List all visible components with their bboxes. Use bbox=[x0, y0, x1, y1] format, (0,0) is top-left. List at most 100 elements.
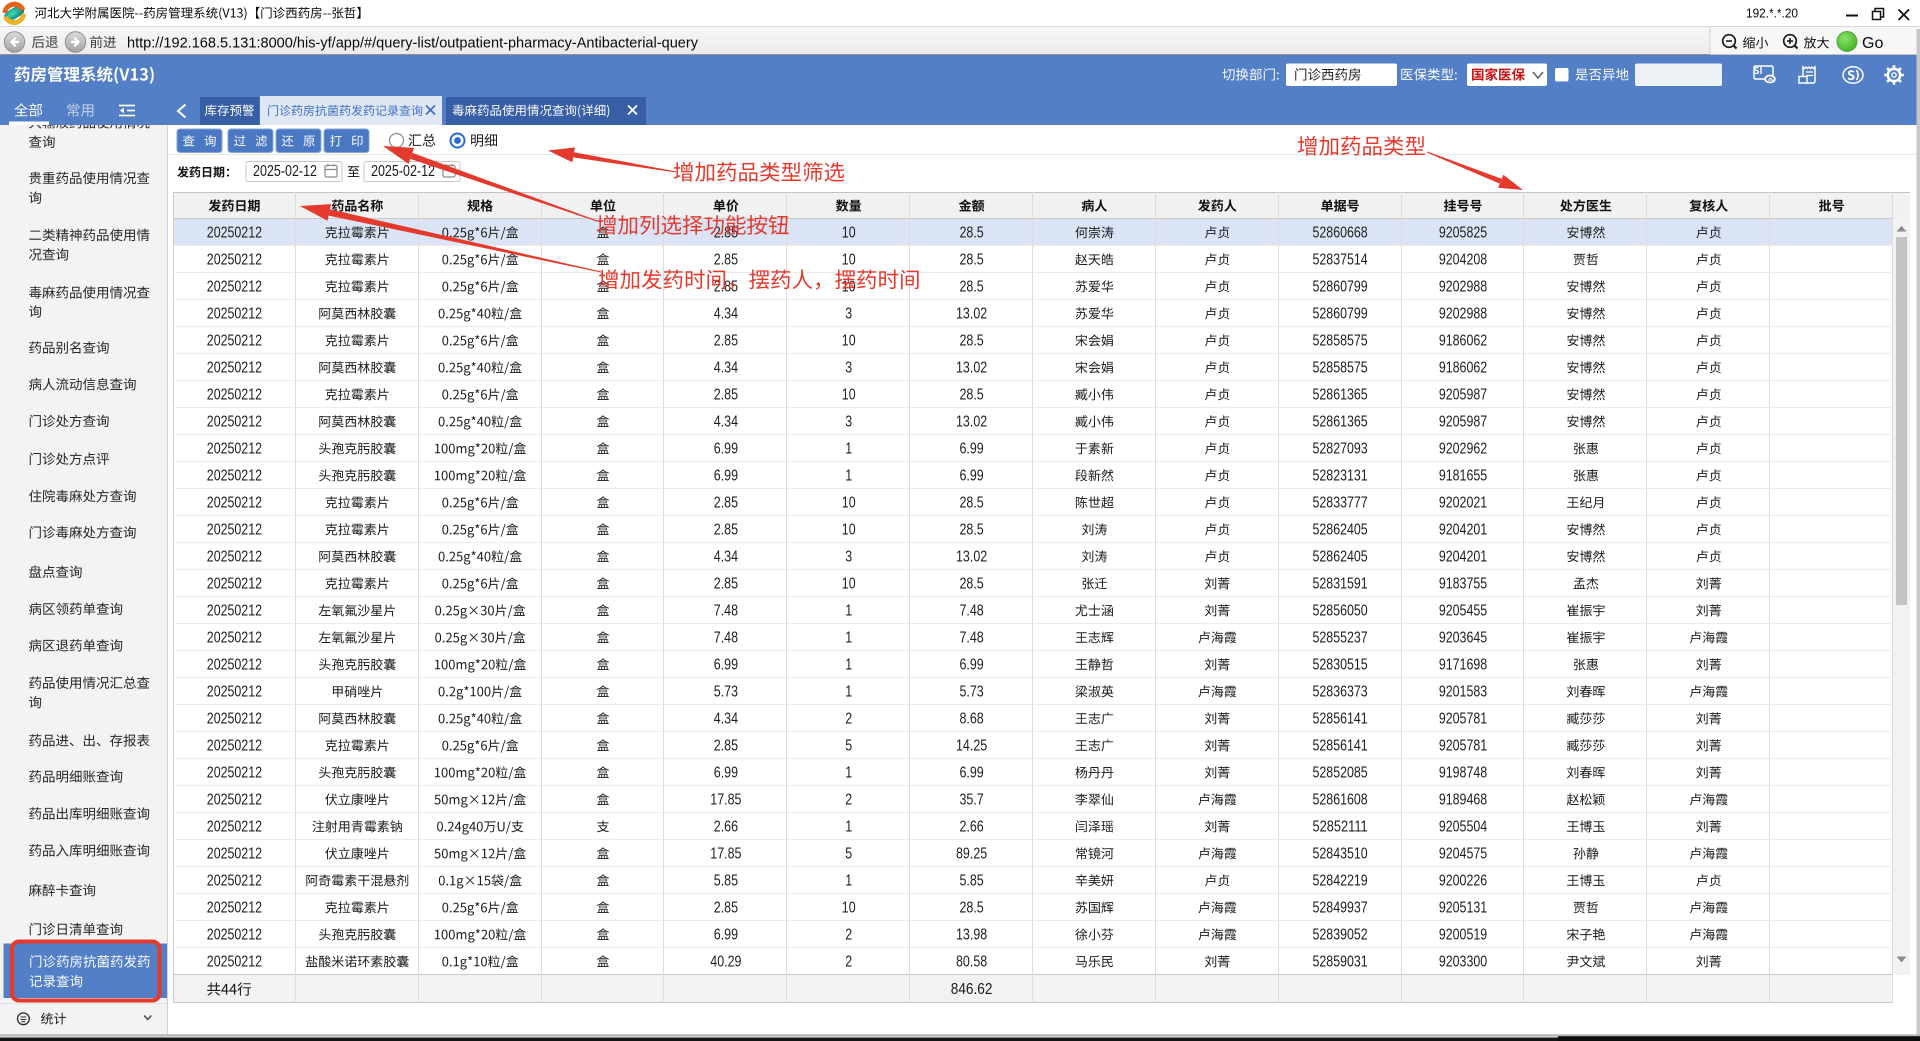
svg-text:9198748: 9198748 bbox=[1439, 764, 1487, 781]
svg-text:52856141: 52856141 bbox=[1313, 737, 1368, 754]
svg-text:8.68: 8.68 bbox=[959, 710, 983, 727]
svg-text:9171698: 9171698 bbox=[1439, 656, 1487, 673]
svg-text:5.85: 5.85 bbox=[714, 872, 738, 889]
svg-text:10: 10 bbox=[842, 494, 856, 511]
svg-text:2: 2 bbox=[845, 953, 852, 970]
svg-text:5: 5 bbox=[845, 845, 852, 862]
svg-text:35.7: 35.7 bbox=[959, 791, 983, 808]
svg-text:9205825: 9205825 bbox=[1439, 224, 1487, 241]
svg-text:52843510: 52843510 bbox=[1313, 845, 1368, 862]
svg-text:20250212: 20250212 bbox=[207, 332, 262, 349]
svg-text:52852111: 52852111 bbox=[1313, 818, 1368, 835]
svg-text:52823131: 52823131 bbox=[1313, 467, 1368, 484]
svg-text:2025-02-12: 2025-02-12 bbox=[371, 163, 435, 180]
svg-text:9204575: 9204575 bbox=[1439, 845, 1487, 862]
svg-text:20250212: 20250212 bbox=[207, 548, 262, 565]
svg-text:2.85: 2.85 bbox=[714, 521, 738, 538]
svg-text:1: 1 bbox=[845, 440, 852, 457]
svg-text:3: 3 bbox=[845, 548, 852, 565]
svg-text:7.48: 7.48 bbox=[714, 629, 738, 646]
svg-text:17.85: 17.85 bbox=[710, 791, 741, 808]
svg-text:20250212: 20250212 bbox=[207, 845, 262, 862]
svg-text:4.34: 4.34 bbox=[714, 548, 739, 565]
svg-text:6.99: 6.99 bbox=[714, 440, 738, 457]
svg-text:20250212: 20250212 bbox=[207, 926, 262, 943]
svg-text:7.48: 7.48 bbox=[959, 602, 983, 619]
svg-text:9181655: 9181655 bbox=[1439, 467, 1487, 484]
svg-text:20250212: 20250212 bbox=[207, 359, 262, 376]
svg-text:20250212: 20250212 bbox=[207, 872, 262, 889]
svg-text:89.25: 89.25 bbox=[956, 845, 987, 862]
svg-text:9205781: 9205781 bbox=[1439, 737, 1487, 754]
svg-text:28.5: 28.5 bbox=[959, 494, 983, 511]
svg-text:7.48: 7.48 bbox=[714, 602, 738, 619]
svg-text:20250212: 20250212 bbox=[207, 737, 262, 754]
svg-text:20250212: 20250212 bbox=[207, 629, 262, 646]
svg-text:20250212: 20250212 bbox=[207, 791, 262, 808]
svg-text:52860799: 52860799 bbox=[1313, 278, 1368, 295]
svg-text:6.99: 6.99 bbox=[959, 764, 983, 781]
svg-text:28.5: 28.5 bbox=[959, 899, 983, 916]
svg-text:52862405: 52862405 bbox=[1313, 521, 1368, 538]
svg-text:9205987: 9205987 bbox=[1439, 413, 1487, 430]
svg-text:20250212: 20250212 bbox=[207, 278, 262, 295]
svg-text:4.34: 4.34 bbox=[714, 710, 739, 727]
svg-text:52860799: 52860799 bbox=[1313, 305, 1368, 322]
svg-text:52855237: 52855237 bbox=[1313, 629, 1368, 646]
svg-text:2.85: 2.85 bbox=[714, 575, 738, 592]
svg-text:6.99: 6.99 bbox=[959, 440, 983, 457]
svg-text:10: 10 bbox=[842, 332, 856, 349]
svg-text:20250212: 20250212 bbox=[207, 953, 262, 970]
svg-text:9205504: 9205504 bbox=[1439, 818, 1488, 835]
svg-text:20250212: 20250212 bbox=[207, 386, 262, 403]
svg-text:13.02: 13.02 bbox=[956, 413, 987, 430]
svg-text:6.99: 6.99 bbox=[714, 926, 738, 943]
svg-text:52852085: 52852085 bbox=[1313, 764, 1368, 781]
svg-text:52861365: 52861365 bbox=[1313, 413, 1368, 430]
svg-text:9205781: 9205781 bbox=[1439, 710, 1487, 727]
svg-text:9205987: 9205987 bbox=[1439, 386, 1487, 403]
svg-text:5: 5 bbox=[845, 737, 852, 754]
svg-text:5.85: 5.85 bbox=[959, 872, 983, 889]
svg-text:20250212: 20250212 bbox=[207, 656, 262, 673]
svg-text:40.29: 40.29 bbox=[710, 953, 741, 970]
svg-text:52859031: 52859031 bbox=[1313, 953, 1368, 970]
svg-text:6.99: 6.99 bbox=[714, 764, 738, 781]
svg-text:28.5: 28.5 bbox=[959, 332, 983, 349]
svg-text:9204201: 9204201 bbox=[1439, 521, 1487, 538]
svg-text:9189468: 9189468 bbox=[1439, 791, 1487, 808]
svg-text:20250212: 20250212 bbox=[207, 521, 262, 538]
svg-text:20250212: 20250212 bbox=[207, 440, 262, 457]
svg-text:9205455: 9205455 bbox=[1439, 602, 1487, 619]
svg-text:9200519: 9200519 bbox=[1439, 926, 1487, 943]
svg-text:3: 3 bbox=[845, 413, 852, 430]
svg-text:6.99: 6.99 bbox=[959, 467, 983, 484]
svg-text:52856050: 52856050 bbox=[1313, 602, 1368, 619]
svg-text:20250212: 20250212 bbox=[207, 818, 262, 835]
svg-text:10: 10 bbox=[842, 899, 856, 916]
svg-text:9203645: 9203645 bbox=[1439, 629, 1487, 646]
svg-text:9204201: 9204201 bbox=[1439, 548, 1487, 565]
svg-text:4.34: 4.34 bbox=[714, 413, 739, 430]
svg-text:2.66: 2.66 bbox=[714, 818, 738, 835]
svg-text:52830515: 52830515 bbox=[1313, 656, 1368, 673]
svg-text:9202988: 9202988 bbox=[1439, 305, 1487, 322]
svg-text:13.02: 13.02 bbox=[956, 359, 987, 376]
svg-text:5.73: 5.73 bbox=[714, 683, 738, 700]
svg-text:28.5: 28.5 bbox=[959, 224, 983, 241]
svg-text:9205131: 9205131 bbox=[1439, 899, 1487, 916]
svg-text:3: 3 bbox=[845, 305, 852, 322]
svg-text:52836373: 52836373 bbox=[1313, 683, 1368, 700]
svg-text:52862405: 52862405 bbox=[1313, 548, 1368, 565]
svg-text:20250212: 20250212 bbox=[207, 683, 262, 700]
svg-text:20250212: 20250212 bbox=[207, 710, 262, 727]
svg-text:9202988: 9202988 bbox=[1439, 278, 1487, 295]
svg-text:52839052: 52839052 bbox=[1313, 926, 1368, 943]
svg-text:28.5: 28.5 bbox=[959, 251, 983, 268]
svg-text:846.62: 846.62 bbox=[951, 981, 993, 998]
svg-text:20250212: 20250212 bbox=[207, 764, 262, 781]
svg-text:10: 10 bbox=[842, 224, 856, 241]
svg-text:52831591: 52831591 bbox=[1313, 575, 1368, 592]
svg-text:20250212: 20250212 bbox=[207, 413, 262, 430]
svg-text:9186062: 9186062 bbox=[1439, 359, 1487, 376]
